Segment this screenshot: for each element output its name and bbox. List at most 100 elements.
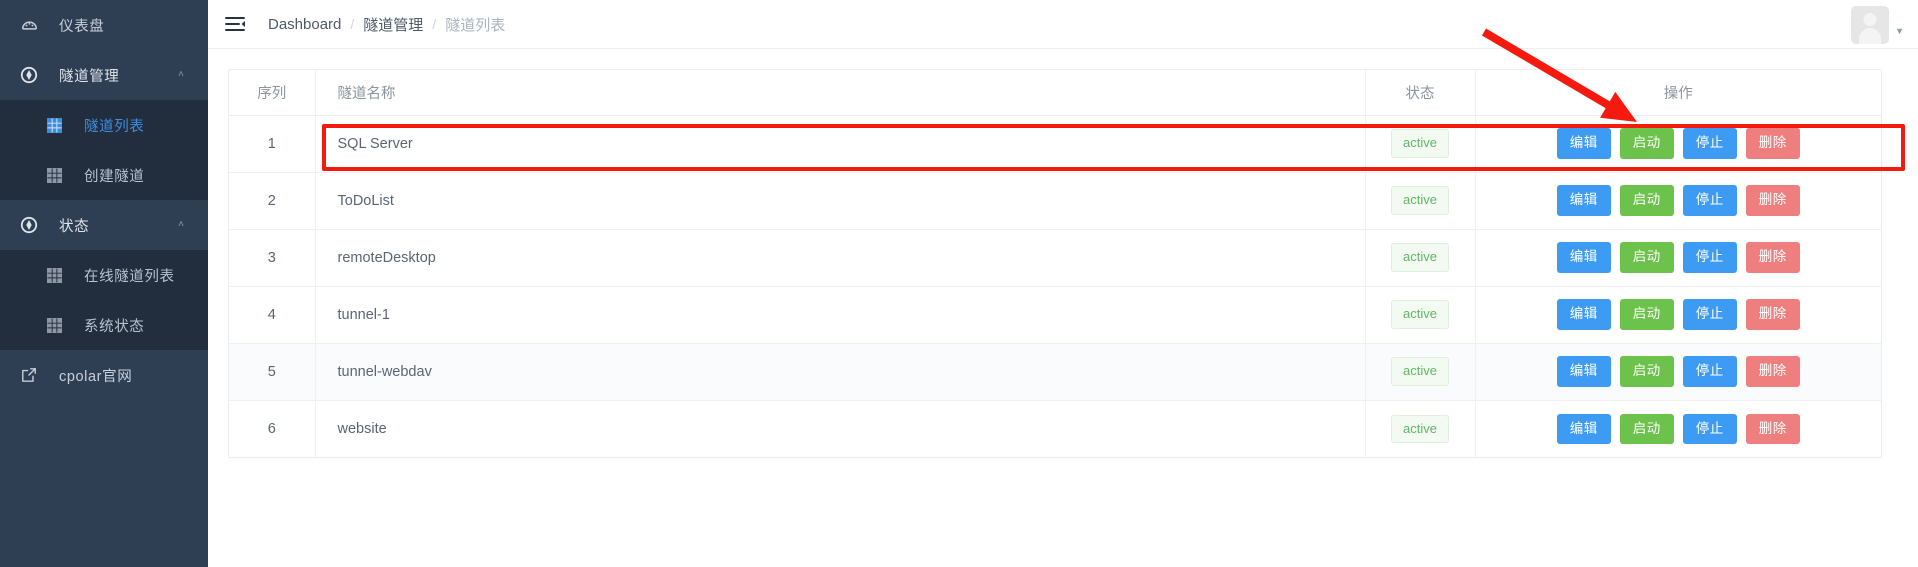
edit-button[interactable]: 编辑 <box>1556 299 1611 330</box>
cell-status: active <box>1364 286 1475 344</box>
stop-button[interactable]: 停止 <box>1682 356 1737 387</box>
delete-button[interactable]: 删除 <box>1745 413 1800 444</box>
sidebar-item-label: 系统状态 <box>84 318 145 335</box>
start-button[interactable]: 启动 <box>1619 356 1674 387</box>
cell-tunnel-name: website <box>314 400 1365 457</box>
column-header-name: 隧道名称 <box>314 70 1365 116</box>
compass-icon <box>17 216 41 234</box>
sidebar-item-label: 仪表盘 <box>59 18 105 35</box>
table-row: 2 ToDoList active 编辑 启动 停止 删除 <box>229 172 1881 230</box>
action-button-group: 编辑 启动 停止 删除 <box>1477 299 1881 330</box>
table-header-row: 序列 隧道名称 状态 操作 <box>229 70 1881 116</box>
status-badge: active <box>1391 357 1449 386</box>
cell-tunnel-name: tunnel-webdav <box>314 343 1365 401</box>
cell-tunnel-name: ToDoList <box>314 172 1365 230</box>
sidebar-item-tunnel-list[interactable]: 隧道列表 <box>0 100 208 150</box>
cell-index: 1 <box>229 115 315 173</box>
edit-button[interactable]: 编辑 <box>1556 128 1611 159</box>
stop-button[interactable]: 停止 <box>1682 299 1737 330</box>
sidebar-item-label: 在线隧道列表 <box>84 268 175 285</box>
stop-button[interactable]: 停止 <box>1682 185 1737 216</box>
action-button-group: 编辑 启动 停止 删除 <box>1477 356 1881 387</box>
breadcrumb-item-tunnel-manage[interactable]: 隧道管理 <box>363 14 423 35</box>
table-body: 1 SQL Server active 编辑 启动 停止 删除 2 ToDoList active… <box>229 115 1881 457</box>
compass-icon <box>17 66 41 84</box>
breadcrumb: Dashboard / 隧道管理 / 隧道列表 <box>268 14 505 35</box>
sidebar-item-label: 状态 <box>59 218 90 235</box>
action-button-group: 编辑 启动 停止 删除 <box>1477 413 1881 444</box>
status-badge: active <box>1391 414 1449 443</box>
sidebar-item-online-tunnels[interactable]: 在线隧道列表 <box>0 250 208 300</box>
sidebar-item-label: 隧道管理 <box>59 68 120 85</box>
app-root: 仪表盘 隧道管理 ˄ 隧道列表 创建隧道 状态 ˄ 在线隧道列表 系统状态 cp… <box>0 0 1918 567</box>
chevron-up-icon: ˄ <box>178 219 184 230</box>
cell-index: 2 <box>229 172 315 230</box>
edit-button[interactable]: 编辑 <box>1556 413 1611 444</box>
edit-button[interactable]: 编辑 <box>1556 242 1611 273</box>
tunnel-list-card: 序列 隧道名称 状态 操作 1 SQL Server active 编辑 启动 停止 删除 2… <box>228 69 1882 458</box>
top-header: Dashboard / 隧道管理 / 隧道列表 ▼ <box>208 0 1918 49</box>
delete-button[interactable]: 删除 <box>1745 128 1800 159</box>
cell-actions: 编辑 启动 停止 删除 <box>1474 172 1881 230</box>
stop-button[interactable]: 停止 <box>1682 242 1737 273</box>
user-menu[interactable]: ▼ <box>1851 0 1904 49</box>
cell-status: active <box>1364 115 1475 173</box>
column-header-status: 状态 <box>1364 70 1475 116</box>
start-button[interactable]: 启动 <box>1619 128 1674 159</box>
status-badge: active <box>1391 186 1449 215</box>
grid-icon <box>42 317 66 333</box>
start-button[interactable]: 启动 <box>1619 185 1674 216</box>
delete-button[interactable]: 删除 <box>1745 185 1800 216</box>
breadcrumb-separator: / <box>432 16 437 32</box>
delete-button[interactable]: 删除 <box>1745 299 1800 330</box>
sidebar-item-system-status[interactable]: 系统状态 <box>0 300 208 350</box>
chevron-up-icon: ˄ <box>178 69 184 80</box>
stop-button[interactable]: 停止 <box>1682 413 1737 444</box>
column-header-action: 操作 <box>1474 70 1881 116</box>
start-button[interactable]: 启动 <box>1619 299 1674 330</box>
start-button[interactable]: 启动 <box>1619 413 1674 444</box>
action-button-group: 编辑 启动 停止 删除 <box>1477 185 1881 216</box>
sidebar-item-status[interactable]: 状态 ˄ <box>0 200 208 250</box>
cell-index: 4 <box>229 286 315 344</box>
stop-button[interactable]: 停止 <box>1682 128 1737 159</box>
hamburger-collapse-icon[interactable] <box>222 11 248 37</box>
cell-index: 5 <box>229 343 315 401</box>
sidebar: 仪表盘 隧道管理 ˄ 隧道列表 创建隧道 状态 ˄ 在线隧道列表 系统状态 cp… <box>0 0 208 567</box>
breadcrumb-separator: / <box>350 16 355 32</box>
edit-button[interactable]: 编辑 <box>1556 185 1611 216</box>
table-head: 序列 隧道名称 状态 操作 <box>229 70 1881 116</box>
cell-status: active <box>1364 400 1475 457</box>
grid-icon <box>42 267 66 283</box>
avatar <box>1851 5 1890 44</box>
breadcrumb-item-dashboard[interactable]: Dashboard <box>268 16 341 33</box>
sidebar-item-dashboard[interactable]: 仪表盘 <box>0 0 208 50</box>
sidebar-submenu-status: 在线隧道列表 系统状态 <box>0 250 208 350</box>
cell-tunnel-name: SQL Server <box>314 115 1365 173</box>
main-content: 序列 隧道名称 状态 操作 1 SQL Server active 编辑 启动 停止 删除 2… <box>208 49 1918 567</box>
grid-icon <box>42 117 66 133</box>
start-button[interactable]: 启动 <box>1619 242 1674 273</box>
sidebar-item-label: 隧道列表 <box>84 118 145 135</box>
sidebar-item-cpolar-site[interactable]: cpolar官网 <box>0 350 208 400</box>
cell-index: 3 <box>229 229 315 287</box>
cell-actions: 编辑 启动 停止 删除 <box>1474 115 1881 173</box>
sidebar-submenu-tunnel-manage: 隧道列表 创建隧道 <box>0 100 208 200</box>
breadcrumb-item-tunnel-list: 隧道列表 <box>445 16 506 34</box>
cell-actions: 编辑 启动 停止 删除 <box>1474 229 1881 287</box>
column-header-index: 序列 <box>229 70 315 116</box>
delete-button[interactable]: 删除 <box>1745 242 1800 273</box>
cell-status: active <box>1364 172 1475 230</box>
edit-button[interactable]: 编辑 <box>1556 356 1611 387</box>
cell-index: 6 <box>267 420 276 437</box>
cell-actions: 编辑 启动 停止 删除 <box>1474 400 1881 457</box>
tunnel-table: 序列 隧道名称 状态 操作 1 SQL Server active 编辑 启动 停止 删除 2… <box>229 70 1881 457</box>
sidebar-item-tunnel-manage[interactable]: 隧道管理 ˄ <box>0 50 208 100</box>
table-row: 5 tunnel-webdav active 编辑 启动 停止 删除 <box>229 343 1881 401</box>
cell-status: active <box>1364 343 1475 401</box>
delete-button[interactable]: 删除 <box>1745 356 1800 387</box>
cell-tunnel-name: tunnel-1 <box>314 286 1365 344</box>
status-badge: active <box>1391 129 1449 158</box>
sidebar-item-label: 创建隧道 <box>84 168 145 185</box>
sidebar-item-tunnel-create[interactable]: 创建隧道 <box>0 150 208 200</box>
